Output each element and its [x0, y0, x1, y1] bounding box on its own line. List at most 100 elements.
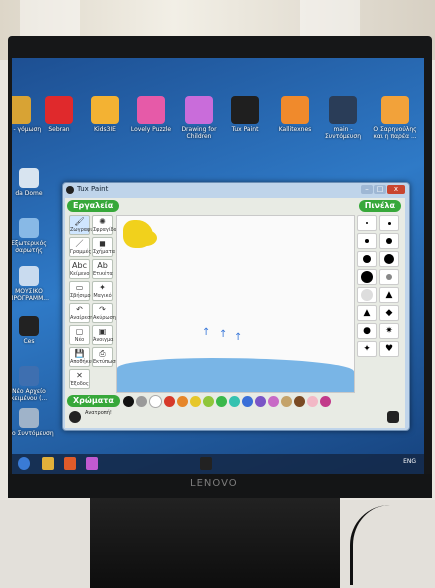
desktop-icon-mascot-icon[interactable]: Kids3IE	[80, 96, 130, 133]
tool-button[interactable]: ✺ Σφραγίδα	[92, 215, 117, 235]
desktop-icon-document-icon[interactable]: ΜΟΥΣΙΚΟ ΠΡΟΓΡΑΜΜ...	[12, 266, 54, 302]
desktop-icon-text-file-icon[interactable]: Νέο Αρχείο κειμένου (...	[12, 366, 54, 402]
open-icon: ▣	[98, 327, 107, 336]
witch-icon	[381, 96, 409, 124]
desktop-icon-paint-icon[interactable]: Drawing for Children	[174, 96, 224, 140]
tool-button[interactable]: ✕ Έξοδος	[69, 369, 90, 389]
tool-button[interactable]: ／ Γραμμές	[69, 237, 91, 257]
tool-button[interactable]: ▭ Σβήσιμο	[69, 281, 91, 301]
star-brush[interactable]: ✷	[379, 323, 399, 339]
tool-button[interactable]: 🖌 Ζωγραφική	[69, 215, 98, 235]
desktop-icon-artist-icon[interactable]: Kallitexnes	[270, 96, 320, 133]
maximize-button[interactable]: □	[374, 185, 386, 194]
color-swatch[interactable]	[293, 395, 305, 407]
desktop-icon-shortcut-icon[interactable]: Νέο Συντόμευση	[12, 408, 54, 437]
color-swatch[interactable]	[163, 395, 175, 407]
desktop-icon-label: ΜΟΥΣΙΚΟ ΠΡΟΓΡΑΜΜ...	[12, 288, 49, 302]
app-icon	[19, 168, 39, 188]
desktop-icon-label: Νέο Συντόμευση	[12, 430, 54, 437]
color-palette: Χρώματα	[67, 394, 403, 408]
mascot-icon	[91, 96, 119, 124]
triangle-brush[interactable]: ▲	[357, 305, 377, 321]
media-taskbar-icon[interactable]	[64, 457, 76, 470]
desktop-screen: Φήκες - γόμωσηSebranKids3IELovely Puzzle…	[12, 58, 424, 474]
desktop-icon-label: Drawing for Children	[181, 126, 217, 140]
tux-helper-icon	[69, 411, 81, 423]
color-swatch[interactable]	[202, 395, 214, 407]
color-swatch[interactable]	[319, 395, 331, 407]
tool-button[interactable]: ▣ Άνοιγμα	[92, 325, 113, 345]
tool-button[interactable]: 💾 Αποθήκευση	[69, 347, 101, 367]
heart-icon	[45, 96, 73, 124]
brush-option[interactable]	[379, 215, 399, 231]
close-button[interactable]: x	[387, 185, 405, 194]
tux-paint-window[interactable]: Tux Paint – □ x Εργαλεία Πινέλα 🖌 Ζωγραφι…	[62, 182, 410, 431]
color-swatch[interactable]	[215, 395, 227, 407]
desktop-icon-app-icon[interactable]: da Dome	[12, 168, 54, 197]
drawing-canvas[interactable]: ↑ ↑ ↑	[116, 215, 355, 393]
tool-button[interactable]: ▢ Νέο	[69, 325, 90, 345]
minimize-button[interactable]: –	[361, 185, 373, 194]
desktop-icon-label: da Dome	[15, 190, 43, 197]
desktop-icon-puzzle-icon[interactable]: Lovely Puzzle	[126, 96, 176, 133]
diamond-brush[interactable]: ◆	[379, 305, 399, 321]
scroll-up-button[interactable]: ▲	[379, 287, 399, 303]
brush-option[interactable]	[379, 233, 399, 249]
brush-option[interactable]	[379, 269, 399, 285]
color-swatch[interactable]	[280, 395, 292, 407]
tux-taskbar-icon[interactable]	[200, 457, 212, 470]
explorer-taskbar-icon[interactable]	[42, 457, 54, 470]
start-button[interactable]	[18, 457, 30, 470]
tool-button[interactable]: ⎙ Εκτύπωση	[92, 347, 119, 367]
paint-taskbar-icon[interactable]	[86, 457, 98, 470]
puzzle-icon	[137, 96, 165, 124]
color-swatch[interactable]	[148, 394, 162, 408]
desktop-icon-feather-icon[interactable]: main - Συντόμευση	[318, 96, 368, 140]
tool-button[interactable]: ↶ Αναίρεση	[69, 303, 93, 323]
color-swatch[interactable]	[189, 395, 201, 407]
brush-option[interactable]	[357, 251, 377, 267]
brush-option[interactable]	[357, 269, 377, 285]
color-swatch[interactable]	[267, 395, 279, 407]
brush-palette: ▲ ▲ ◆ ● ✷ ✦ ♥	[357, 215, 401, 357]
shape-icon: ◼	[99, 239, 106, 248]
tool-button[interactable]: Ab Ετικέτα	[92, 259, 113, 279]
brush-option[interactable]	[357, 233, 377, 249]
desktop-icon-heart-icon[interactable]: Sebran	[34, 96, 84, 133]
color-swatch[interactable]	[122, 395, 134, 407]
tool-button[interactable]: ↷ Ακύρωση	[92, 303, 116, 323]
brush-option[interactable]	[357, 287, 377, 303]
colors-header: Χρώματα	[67, 395, 120, 407]
window-titlebar[interactable]: Tux Paint – □ x	[63, 183, 409, 198]
color-swatch[interactable]	[241, 395, 253, 407]
color-swatch[interactable]	[306, 395, 318, 407]
tool-button[interactable]: ◼ Σχήματα	[92, 237, 115, 257]
tool-glyph: Abc	[72, 261, 87, 270]
save-icon: 💾	[74, 349, 85, 358]
desktop-icon-computer-icon[interactable]: Εξωτερικός σαρωτής	[12, 218, 54, 254]
color-swatch[interactable]	[176, 395, 188, 407]
circle-brush[interactable]: ●	[357, 323, 377, 339]
magic-icon: ✦	[99, 283, 106, 292]
new-icon: ▢	[75, 327, 84, 336]
desktop-icon-label: main - Συντόμευση	[324, 126, 362, 140]
tool-button[interactable]: ✦ Μαγικό	[92, 281, 113, 301]
tool-button[interactable]: Abc Κείμενο	[69, 259, 90, 279]
taskbar: ENG	[12, 454, 424, 474]
heart-brush[interactable]: ♥	[379, 341, 399, 357]
tool-label: Κείμενο	[70, 271, 90, 277]
desktop-icon-witch-icon[interactable]: Ο Σαρηνούλης και η παρέα ...	[370, 96, 420, 140]
brush-option[interactable]	[379, 251, 399, 267]
brush-option[interactable]	[357, 215, 377, 231]
tuxpaint-client-area: Εργαλεία Πινέλα 🖌 Ζωγραφική ✺ Σφραγίδα ／ Γραμ…	[65, 198, 405, 428]
color-swatch[interactable]	[254, 395, 266, 407]
color-swatch[interactable]	[135, 395, 147, 407]
language-indicator[interactable]: ENG	[403, 458, 416, 465]
color-swatch[interactable]	[228, 395, 240, 407]
star-brush[interactable]: ✦	[357, 341, 377, 357]
desktop-icon-tux-icon[interactable]: Ces	[12, 316, 54, 345]
desktop-icon-tux-icon[interactable]: Tux Paint	[220, 96, 270, 133]
tux-window-icon	[66, 186, 74, 194]
text-file-icon	[19, 366, 39, 386]
desktop-icon-label: Tux Paint	[231, 126, 259, 133]
